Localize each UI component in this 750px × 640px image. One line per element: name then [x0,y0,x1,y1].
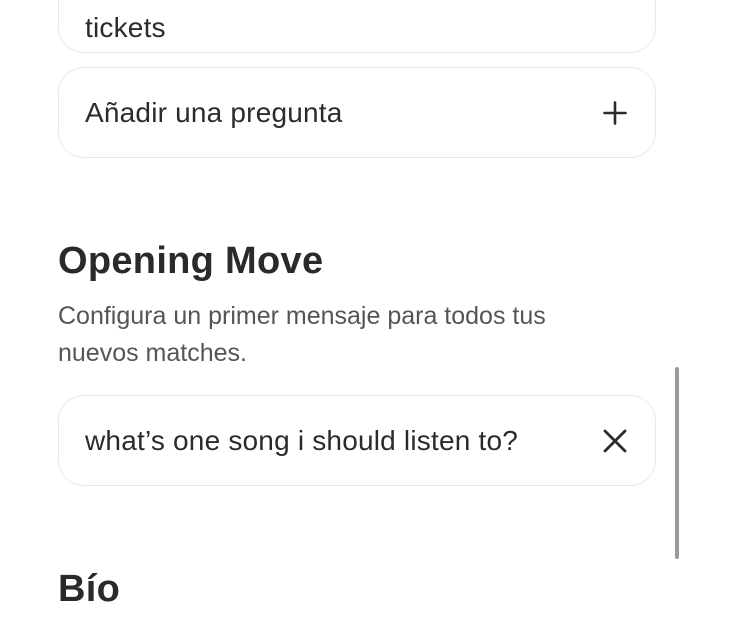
plus-icon[interactable] [601,99,629,127]
opening-move-description: Configura un primer mensaje para todos t… [58,302,546,367]
tickets-prompt-card[interactable]: tickets [58,0,656,53]
opening-move-question: what’s one song i should listen to? [85,424,518,456]
close-icon[interactable] [601,427,629,455]
add-question-label: Añadir una pregunta [85,96,343,128]
tickets-prompt-label: tickets [85,12,166,43]
opening-move-title: Opening Move [58,240,324,282]
opening-move-card[interactable]: what’s one song i should listen to? [58,395,656,486]
scrollbar[interactable] [675,367,679,559]
bio-title: Bío [58,568,121,610]
add-question-card[interactable]: Añadir una pregunta [58,67,656,158]
